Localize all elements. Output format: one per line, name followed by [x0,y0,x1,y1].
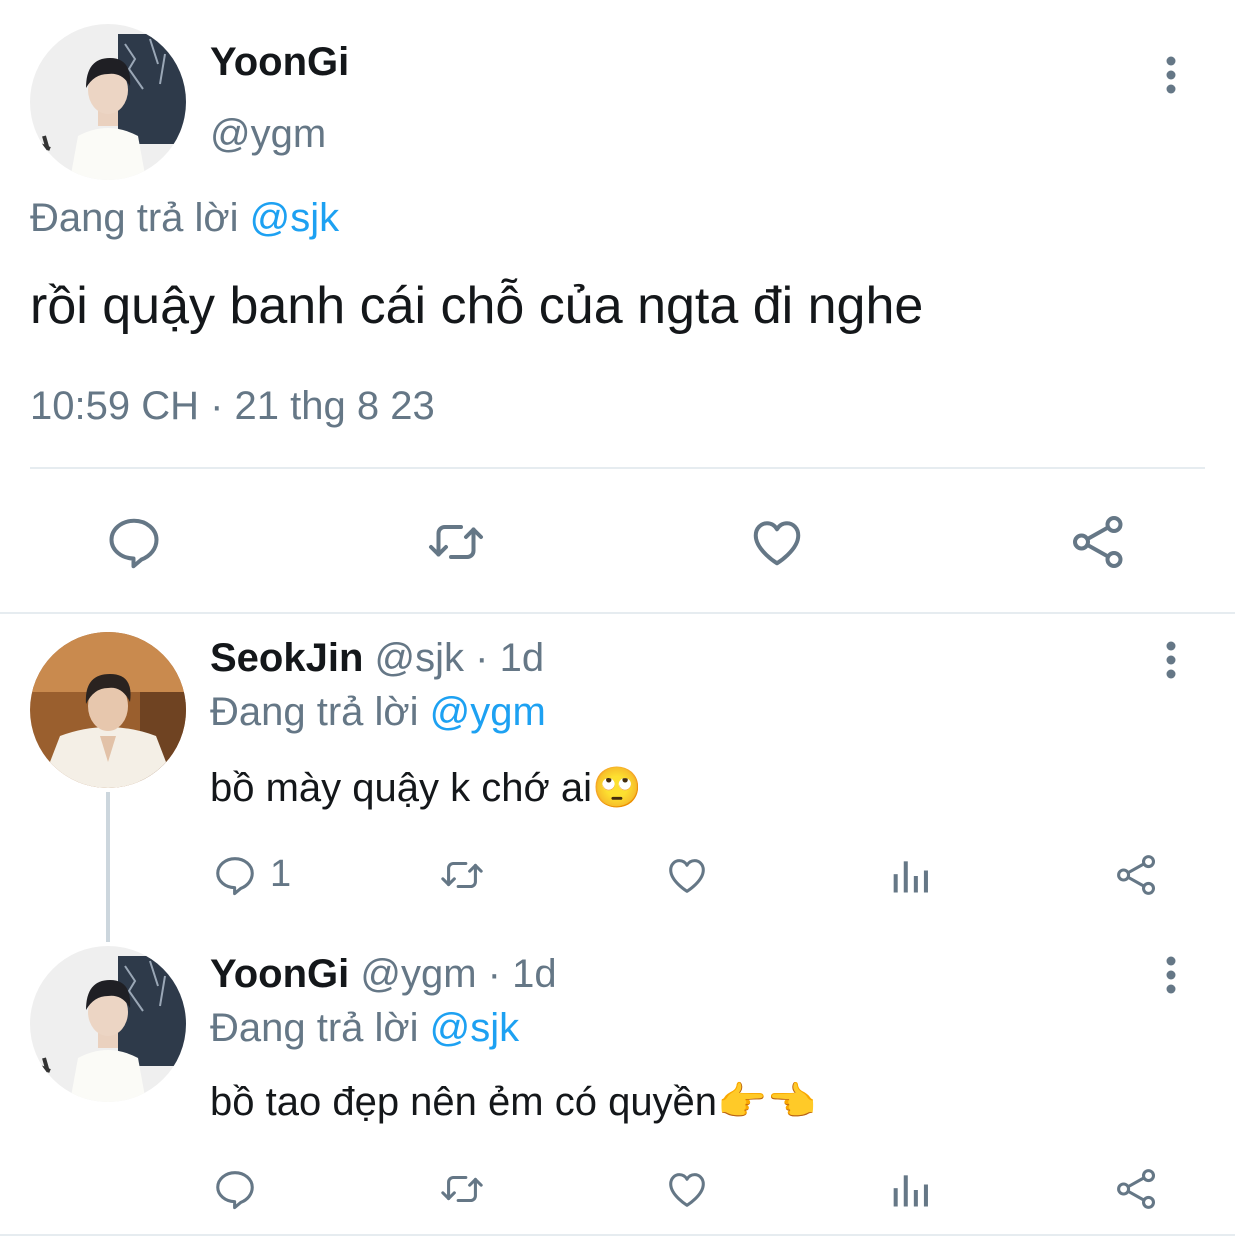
like-icon[interactable] [663,1166,711,1212]
like-icon[interactable] [746,512,808,572]
reply-icon[interactable] [212,1166,258,1212]
bottom-divider [0,1234,1235,1236]
divider [30,467,1205,469]
mention-link[interactable]: @ygm [430,690,546,734]
display-name[interactable]: YoonGi [210,952,349,996]
analytics-icon[interactable] [890,854,934,898]
share-icon[interactable] [1113,1166,1161,1212]
avatar[interactable] [30,632,186,788]
relative-time[interactable]: · 1d [488,952,557,996]
mention-link[interactable]: @sjk [250,196,340,240]
reply-count: 1 [270,853,292,895]
like-icon[interactable] [663,852,711,898]
handle[interactable]: @sjk [375,636,465,680]
avatar[interactable] [30,24,186,180]
reply-header: YoonGi @ygm · 1d [210,952,557,997]
reply-icon[interactable] [104,512,164,572]
tweet-text: bồ mày quậy k chớ ai🙄 [210,766,642,810]
reply-context: Đang trả lời @sjk [210,1006,519,1051]
share-icon[interactable] [1068,512,1130,572]
more-options-icon[interactable] [1160,55,1182,99]
relative-time[interactable]: · 1d [475,636,544,680]
reply-prefix: Đang trả lời [210,690,419,734]
tweet-text: bồ tao đẹp nên ẻm có quyền👉👈 [210,1080,817,1124]
retweet-icon[interactable] [424,512,488,572]
reply-prefix: Đang trả lời [30,196,239,240]
avatar[interactable] [30,946,186,1102]
mention-link[interactable]: @sjk [430,1006,520,1050]
timestamp[interactable]: 10:59 CH · 21 thg 8 23 [30,384,435,429]
display-name[interactable]: SeokJin [210,636,363,680]
reply-context: Đang trả lời @ygm [210,690,546,735]
more-options-icon[interactable] [1160,955,1182,999]
tweet-text: rồi quậy banh cái chỗ của ngta đi nghe [30,277,924,335]
reply-header: SeokJin @sjk · 1d [210,636,544,681]
analytics-icon[interactable] [890,1168,934,1212]
display-name[interactable]: YoonGi [210,40,349,85]
section-divider [0,612,1235,614]
reply-prefix: Đang trả lời [210,1006,419,1050]
retweet-icon[interactable] [436,1166,488,1212]
retweet-icon[interactable] [436,852,488,898]
share-icon[interactable] [1113,852,1161,898]
reply-context: Đang trả lời @sjk [30,196,339,241]
reply-icon[interactable] [212,852,258,898]
more-options-icon[interactable] [1160,640,1182,684]
handle[interactable]: @ygm [360,952,476,996]
thread-line [106,792,110,942]
handle[interactable]: @ygm [210,112,326,157]
